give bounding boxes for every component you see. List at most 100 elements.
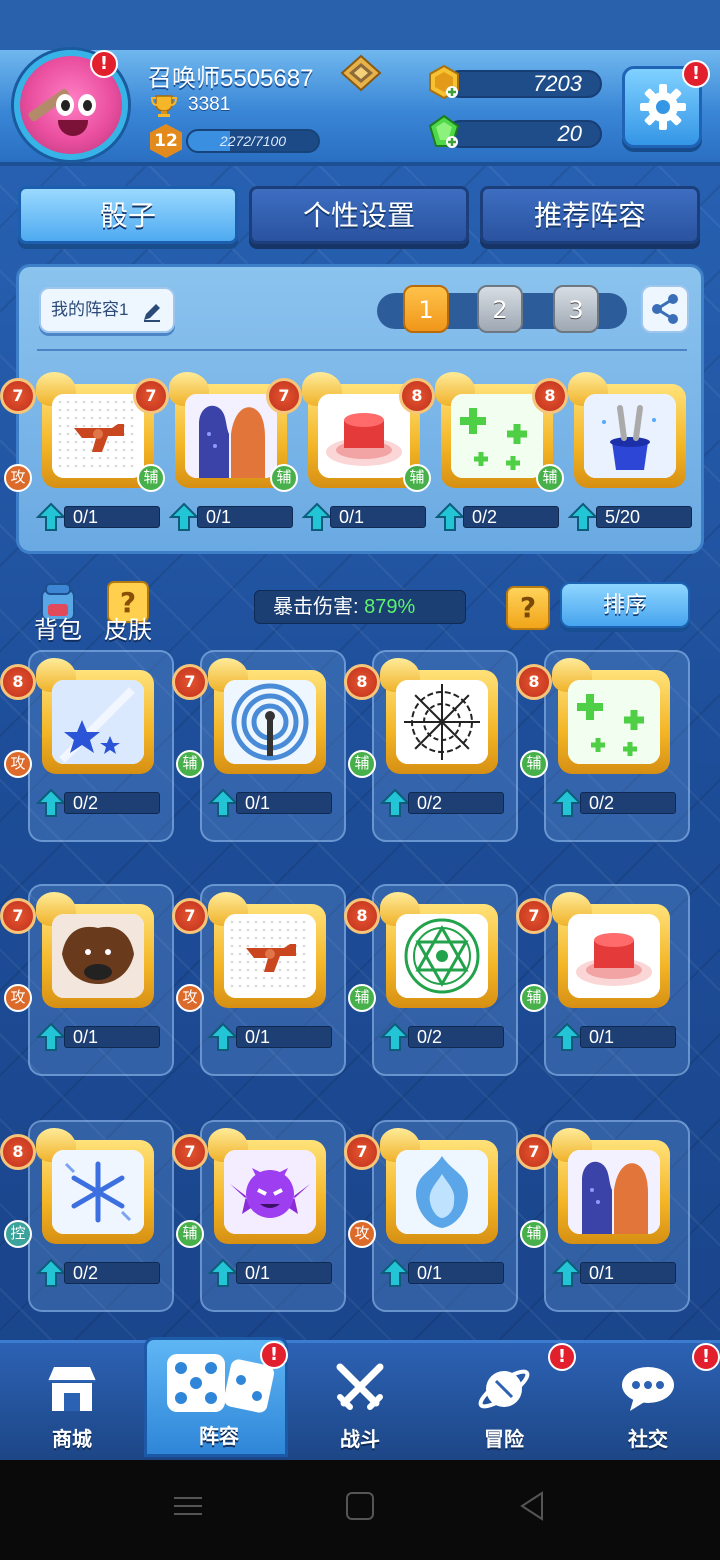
nav-lineup-alert-badge: ! <box>260 1341 288 1369</box>
deck-divider <box>37 349 687 351</box>
upgrade-arrow-icon <box>36 1022 66 1051</box>
dice-type-badge: 辅 <box>270 464 298 492</box>
nav-battle-label: 战斗 <box>340 1429 380 1451</box>
dice-level-badge: 8 <box>344 898 380 934</box>
upgrade-progress: 0/2 <box>580 792 676 814</box>
system-navigation-bar <box>0 1460 720 1560</box>
upgrade-row: 0/1 <box>36 502 164 531</box>
web-icon <box>396 680 488 764</box>
tab-personalization[interactable]: 个性设置 <box>249 186 469 244</box>
stars-icon <box>52 680 144 764</box>
deck-name-button[interactable]: 我的阵容1 <box>39 287 175 333</box>
menu-icon[interactable] <box>172 1490 204 1522</box>
dice-level-badge: 7 <box>266 378 302 414</box>
crit-damage-value: 879% <box>364 596 416 618</box>
nav-social-alert-badge: ! <box>692 1343 720 1371</box>
trophy-icon <box>150 95 178 117</box>
upgrade-arrow-icon <box>435 502 465 531</box>
upgrade-row: 0/2 <box>380 1022 508 1051</box>
red-drum-icon <box>568 914 660 998</box>
tab-dice[interactable]: 骰子 <box>18 186 238 244</box>
upgrade-row: 0/2 <box>36 1258 164 1287</box>
green-plus-icon <box>568 680 660 764</box>
skin-label[interactable]: 皮肤 <box>104 610 152 645</box>
upgrade-row: 0/1 <box>208 788 336 817</box>
magic-hat-icon <box>584 394 676 478</box>
chat-icon <box>622 1367 674 1411</box>
upgrade-progress: 0/1 <box>236 792 332 814</box>
home-icon[interactable] <box>344 1490 376 1522</box>
dice-type-badge: 攻 <box>348 1220 376 1248</box>
deck-slot-3[interactable]: 3 <box>553 285 599 333</box>
upgrade-progress: 0/2 <box>408 1026 504 1048</box>
dice-type-badge: 辅 <box>403 464 431 492</box>
dice-type-badge: 辅 <box>536 464 564 492</box>
nav-battle[interactable]: 战斗 <box>288 1343 432 1460</box>
xp-bar: 2272/7100 <box>186 129 320 153</box>
dice-level-badge: 7 <box>0 378 36 414</box>
sort-button[interactable]: 排序 <box>560 582 690 628</box>
dice-type-badge: 辅 <box>520 984 548 1012</box>
gold-amount: 7203 <box>533 71 582 96</box>
upgrade-row: 0/1 <box>552 1022 680 1051</box>
upgrade-row: 0/2 <box>36 788 164 817</box>
upgrade-row: 0/1 <box>302 502 430 531</box>
gold-counter[interactable]: 7203 <box>426 64 602 100</box>
planet-icon <box>478 1369 530 1409</box>
upgrade-progress: 0/2 <box>64 1262 160 1284</box>
upgrade-row: 0/2 <box>380 788 508 817</box>
dice-type-badge: 攻 <box>4 984 32 1012</box>
help-button[interactable]: ? <box>506 586 550 630</box>
dice-type-badge: 辅 <box>348 750 376 778</box>
figures-icon <box>185 394 277 478</box>
upgrade-row: 5/20 <box>568 502 696 531</box>
upgrade-progress: 0/1 <box>197 506 293 528</box>
dice-level-badge: 8 <box>0 1134 36 1170</box>
revolver-icon <box>52 394 144 478</box>
snowflake-icon <box>52 1150 144 1234</box>
backpack-label[interactable]: 背包 <box>34 610 82 645</box>
player-header: ! 召唤师5505687 3381 12 2272/7100 7203 20 ! <box>0 50 720 166</box>
upgrade-progress: 0/1 <box>236 1026 332 1048</box>
nav-social-label: 社交 <box>628 1429 668 1451</box>
gem-counter[interactable]: 20 <box>426 114 602 148</box>
deck-slot-1[interactable]: 1 <box>403 285 449 333</box>
nav-lineup-label: 阵容 <box>199 1426 239 1448</box>
back-icon[interactable] <box>516 1490 548 1522</box>
dice-level-badge: 7 <box>516 1134 552 1170</box>
dice-level-badge: 7 <box>0 898 36 934</box>
upgrade-arrow-icon <box>36 1258 66 1287</box>
upgrade-arrow-icon <box>380 788 410 817</box>
upgrade-arrow-icon <box>36 502 66 531</box>
green-gem-add-icon[interactable] <box>426 114 462 150</box>
deck-slot-2[interactable]: 2 <box>477 285 523 333</box>
figures-icon <box>568 1150 660 1234</box>
upgrade-progress: 0/2 <box>408 792 504 814</box>
crit-damage-label: 暴击伤害: <box>273 596 359 618</box>
upgrade-arrow-icon <box>208 1022 238 1051</box>
upgrade-arrow-icon <box>552 788 582 817</box>
upgrade-row: 0/1 <box>169 502 297 531</box>
upgrade-row: 0/1 <box>208 1258 336 1287</box>
dice-type-badge: 攻 <box>176 984 204 1012</box>
bottom-nav: 商城 阵容 ! 战斗 冒险 ! 社交 ! <box>0 1337 720 1460</box>
dice-level-badge: 7 <box>172 1134 208 1170</box>
dice-level-badge: 7 <box>133 378 169 414</box>
dice-level-badge: 7 <box>516 898 552 934</box>
red-drum-icon <box>318 394 410 478</box>
gold-coin-add-icon[interactable] <box>426 64 462 100</box>
share-button[interactable] <box>641 285 689 333</box>
dice-type-badge: 辅 <box>176 750 204 778</box>
upgrade-arrow-icon <box>208 788 238 817</box>
revolver-icon <box>224 914 316 998</box>
nav-shop[interactable]: 商城 <box>0 1343 144 1460</box>
rank-badge-icon[interactable] <box>340 54 382 92</box>
tab-recommended-lineup[interactable]: 推荐阵容 <box>480 186 700 244</box>
settings-alert-badge: ! <box>682 60 710 88</box>
avatar-eye <box>78 94 96 116</box>
upgrade-row: 0/2 <box>552 788 680 817</box>
green-plus-icon <box>451 394 543 478</box>
upgrade-arrow-icon <box>36 788 66 817</box>
dice-level-badge: 7 <box>172 664 208 700</box>
avatar-eye <box>56 94 74 116</box>
